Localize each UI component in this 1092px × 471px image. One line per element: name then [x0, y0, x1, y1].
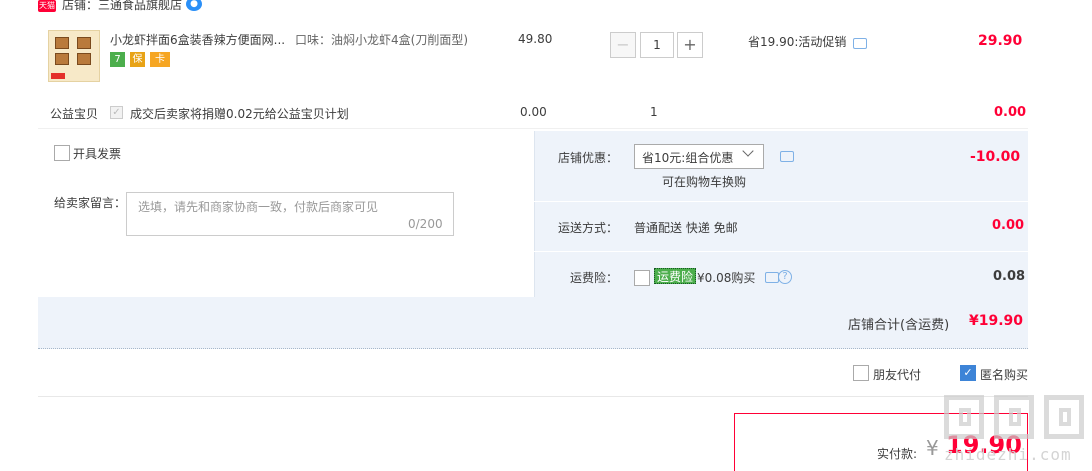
- seven-day-return-icon[interactable]: 7: [110, 52, 125, 67]
- qty-decrease-button[interactable]: −: [610, 32, 636, 58]
- message-char-count: 0/200: [408, 217, 443, 231]
- item-subtotal: 29.90: [978, 33, 1023, 49]
- coupon-note: 可在购物车换购: [662, 175, 747, 189]
- product-thumbnail[interactable]: [48, 30, 100, 82]
- seller-message-placeholder: 选填，请先和商家协商一致，付款后商家可见: [138, 200, 379, 214]
- pay-label: 实付款:: [877, 447, 918, 461]
- watermark-logo: [1044, 395, 1084, 439]
- coupon-info-icon[interactable]: [780, 151, 794, 162]
- help-icon[interactable]: ?: [778, 270, 792, 284]
- insurance-tag: 运费险: [654, 268, 697, 284]
- invoice-checkbox[interactable]: [54, 145, 70, 161]
- divider: [534, 201, 1028, 202]
- insurance-total: 0.08: [993, 269, 1026, 284]
- anonymous-checkbox[interactable]: ✓: [960, 365, 976, 381]
- order-confirm-page: 天猫 店铺：三通食品旗舰店 ● 小龙虾拌面6盒装香辣方便面网... 口味：油焖小…: [0, 0, 1092, 471]
- shipping-label: 运送方式：: [558, 221, 619, 235]
- shop-coupon-value[interactable]: 省10元:组合优惠: [642, 149, 733, 166]
- divider: [534, 251, 1028, 252]
- insurance-label: 运费险：: [570, 271, 619, 285]
- coupon-discount: -10.00: [970, 149, 1021, 165]
- tmall-badge: 天猫: [38, 0, 56, 12]
- invoice-label[interactable]: 开具发票: [73, 145, 121, 162]
- shipping-cost: 0.00: [992, 218, 1025, 233]
- product-title[interactable]: 小龙虾拌面6盒装香辣方便面网...: [110, 32, 285, 48]
- shop-total-label: 店铺合计(含运费): [848, 318, 950, 333]
- watermark-logo: [944, 395, 984, 439]
- guarantee-icon[interactable]: 保: [130, 52, 145, 67]
- charity-label: 公益宝贝: [50, 107, 99, 121]
- anonymous-label[interactable]: 匿名购买: [980, 366, 1028, 383]
- charity-checkbox: ✓: [110, 106, 123, 119]
- message-label: 给卖家留言：: [54, 196, 127, 210]
- shop-total-value: ¥19.90: [969, 313, 1024, 329]
- watermark-text: zhidezhi.com: [944, 445, 1072, 464]
- charity-text: 成交后卖家将捐赠0.02元给公益宝贝计划: [130, 107, 349, 121]
- friend-pay-checkbox[interactable]: [853, 365, 869, 381]
- pay-currency: ¥: [926, 436, 939, 460]
- divider: [38, 396, 1028, 397]
- card-payment-icon[interactable]: 卡: [150, 52, 170, 67]
- wangwang-chat-icon[interactable]: ●: [186, 0, 202, 11]
- insurance-checkbox[interactable]: [634, 270, 650, 286]
- promotion-text: 省19.90:活动促销: [748, 35, 847, 49]
- insurance-info-icon[interactable]: [765, 272, 779, 283]
- friend-pay-label[interactable]: 朋友代付: [873, 366, 921, 383]
- shop-coupon-label: 店铺优惠：: [558, 151, 619, 165]
- shop-name[interactable]: 店铺：三通食品旗舰店: [62, 0, 182, 12]
- charity-qty: 1: [650, 105, 658, 119]
- unit-price: 49.80: [518, 32, 553, 46]
- charity-total: 0.00: [994, 105, 1027, 120]
- qty-increase-button[interactable]: +: [677, 32, 703, 58]
- shipping-method: 普通配送 快递 免邮: [634, 221, 738, 235]
- insurance-price: ¥0.08购买: [697, 271, 756, 285]
- promo-info-icon[interactable]: [853, 38, 867, 49]
- product-sku: 口味：油焖小龙虾4盒(刀削面型): [295, 33, 468, 47]
- quantity-input[interactable]: 1: [640, 32, 674, 58]
- watermark-logo: [994, 395, 1034, 439]
- charity-price: 0.00: [520, 105, 547, 119]
